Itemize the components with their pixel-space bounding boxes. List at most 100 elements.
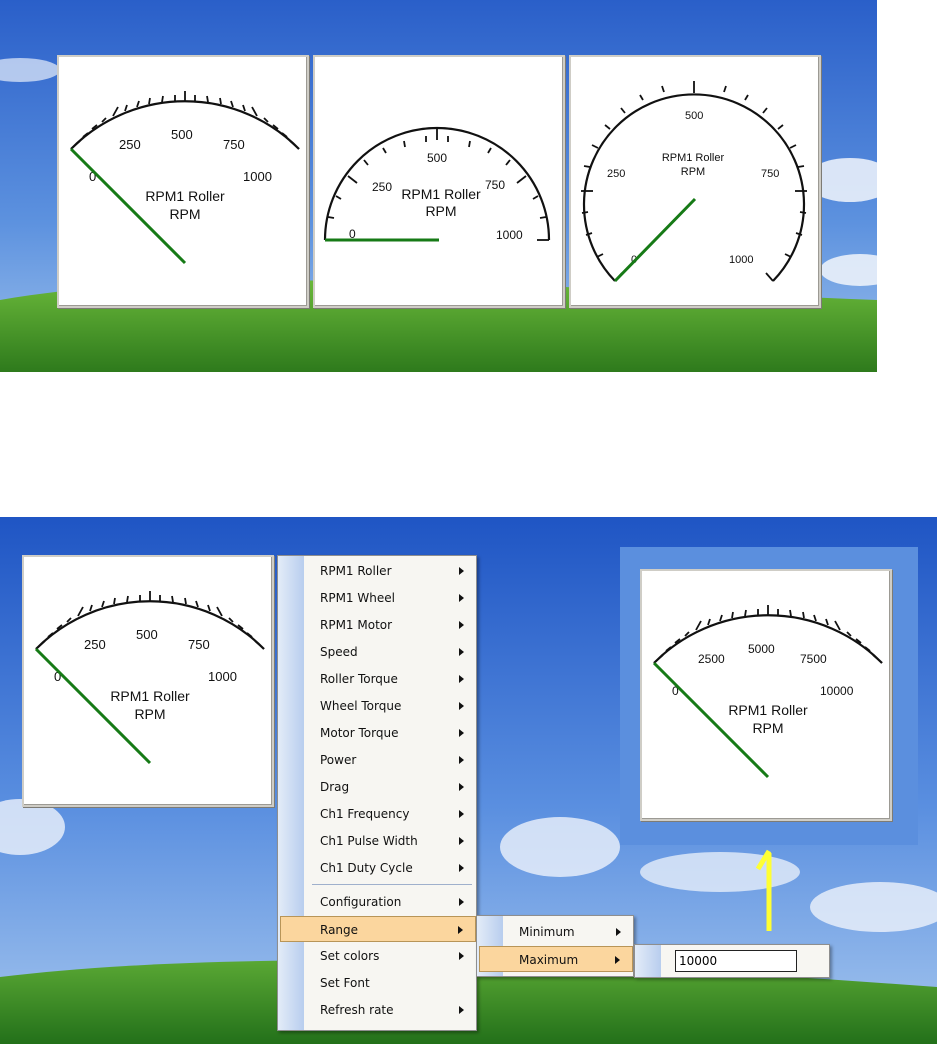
submenu-arrow-icon [459,702,464,710]
gauge-left-label-line2: RPM [134,706,165,722]
maximum-value-input[interactable]: 10000 [675,950,797,972]
gauge-2-tick-750: 750 [485,178,505,192]
menu-item-ch1-frequency[interactable]: Ch1 Frequency [304,801,476,827]
bottom-desktop-screenshot: 0 250 500 750 1000 RPM1 Roller RPM 0 250… [0,517,937,1044]
gauge-1-tick-1000: 1000 [243,169,272,184]
submenu-arrow-icon [459,648,464,656]
menu-icon-strip [635,945,661,977]
gauge-panel-left[interactable]: 0 250 500 750 1000 RPM1 Roller RPM [22,555,274,807]
menu-item-label: RPM1 Roller [320,564,392,578]
gauge-right-label-line1: RPM1 Roller [728,702,808,718]
menu-item-ch1-duty-cycle[interactable]: Ch1 Duty Cycle [304,855,476,881]
gauge-2-label-line1: RPM1 Roller [401,186,481,202]
gauge-3-label-line2: RPM [681,166,705,178]
gauge-3-tick-250: 250 [607,168,625,180]
menu-item-minimum[interactable]: Minimum [503,919,633,945]
menu-item-configuration[interactable]: Configuration [304,889,476,915]
gauge-left-tick-250: 250 [84,637,106,652]
submenu-arrow-icon [459,729,464,737]
gauge-1-needle [69,147,187,265]
top-desktop-screenshot: 0 250 500 750 1000 RPM1 Roller RPM 0 250… [0,0,877,372]
menu-item-label: Set Font [320,976,370,990]
menu-item-label: Roller Torque [320,672,398,686]
menu-item-label: Ch1 Pulse Width [320,834,418,848]
gauge-3-dial: 0 250 500 750 1000 RPM1 Roller RPM [581,81,807,283]
gauge-1-label-line1: RPM1 Roller [145,188,225,204]
submenu-arrow-icon [459,864,464,872]
gauge-left-needle [34,647,152,765]
context-menu: RPM1 Roller RPM1 Wheel RPM1 Motor Speed … [277,555,477,1031]
gauge-1-tick-750: 750 [223,137,245,152]
submenu-arrow-icon [459,952,464,960]
gauge-3-tick-1000: 1000 [729,254,753,266]
submenu-arrow-icon [459,810,464,818]
gauge-right-tick-7500: 7500 [800,652,827,666]
gauge-2-dial: 0 250 500 750 1000 RPM1 Roller RPM [323,126,551,242]
menu-item-label: RPM1 Motor [320,618,393,632]
gauge-2-tick-1000: 1000 [496,228,523,242]
submenu-arrow-icon [459,756,464,764]
range-submenu: Minimum Maximum [476,915,634,977]
maximum-value-submenu: 10000 [634,944,830,978]
menu-item-range[interactable]: Range [280,916,476,942]
menu-item-speed[interactable]: Speed [304,639,476,665]
menu-item-label: Wheel Torque [320,699,402,713]
menu-item-label: Speed [320,645,358,659]
menu-item-set-colors[interactable]: Set colors [304,943,476,969]
gauge-right-tick-10000: 10000 [820,684,854,698]
menu-item-motor-torque[interactable]: Motor Torque [304,720,476,746]
gauge-panel-3[interactable]: 0 250 500 750 1000 RPM1 Roller RPM [569,55,821,308]
gauge-1-label-line2: RPM [169,206,200,222]
menu-item-label: Drag [320,780,350,794]
menu-separator [312,884,472,885]
gauge-left-label-line1: RPM1 Roller [110,688,190,704]
menu-item-label: Power [320,753,357,767]
gauge-left-tick-750: 750 [188,637,210,652]
submenu-arrow-icon [615,956,620,964]
menu-item-label: Minimum [519,925,575,939]
yellow-up-arrow-icon [755,849,772,931]
gauge-left-tick-1000: 1000 [208,669,237,684]
menu-item-ch1-pulse-width[interactable]: Ch1 Pulse Width [304,828,476,854]
menu-item-label: Maximum [519,953,579,967]
gauge-panel-1[interactable]: 0 250 500 750 1000 RPM1 Roller RPM [57,55,309,308]
gauge-left-dial: 0 250 500 750 1000 RPM1 Roller RPM [34,591,265,765]
menu-item-label: Motor Torque [320,726,399,740]
gauge-panel-2[interactable]: 0 250 500 750 1000 RPM1 Roller RPM [313,55,565,308]
menu-item-label: Ch1 Frequency [320,807,410,821]
submenu-arrow-icon [459,675,464,683]
menu-item-label: Ch1 Duty Cycle [320,861,413,875]
gauge-2-tick-250: 250 [372,180,392,194]
submenu-arrow-icon [459,837,464,845]
menu-item-label: Set colors [320,949,380,963]
menu-item-wheel-torque[interactable]: Wheel Torque [304,693,476,719]
menu-item-rpm1-wheel[interactable]: RPM1 Wheel [304,585,476,611]
gauge-1-tick-500: 500 [171,127,193,142]
gauge-1-tick-250: 250 [119,137,141,152]
submenu-arrow-icon [616,928,621,936]
menu-item-refresh-rate[interactable]: Refresh rate [304,997,476,1023]
gauge-2-tick-500: 500 [427,151,447,165]
gauge-1-dial: 0 250 500 750 1000 RPM1 Roller RPM [69,91,300,265]
gauge-3-tick-500: 500 [685,110,703,122]
gauge-panel-right[interactable]: 0 2500 5000 7500 10000 RPM1 Roller RPM [640,569,892,821]
menu-item-maximum[interactable]: Maximum [479,946,633,972]
menu-item-label: Refresh rate [320,1003,394,1017]
gauge-right-tick-5000: 5000 [748,642,775,656]
menu-item-roller-torque[interactable]: Roller Torque [304,666,476,692]
menu-item-power[interactable]: Power [304,747,476,773]
gauge-3-tick-750: 750 [761,168,779,180]
submenu-arrow-icon [459,1006,464,1014]
gauge-right-label-line2: RPM [752,720,783,736]
gauge-3-label-line1: RPM1 Roller [662,152,725,164]
submenu-arrow-icon [459,567,464,575]
menu-item-label: RPM1 Wheel [320,591,395,605]
menu-icon-strip [278,556,304,1030]
menu-item-drag[interactable]: Drag [304,774,476,800]
menu-item-rpm1-motor[interactable]: RPM1 Motor [304,612,476,638]
menu-item-set-font[interactable]: Set Font [304,970,476,996]
menu-item-label: Range [320,923,359,937]
submenu-arrow-icon [459,621,464,629]
menu-item-rpm1-roller[interactable]: RPM1 Roller [304,558,476,584]
gauge-3-needle [613,197,697,283]
